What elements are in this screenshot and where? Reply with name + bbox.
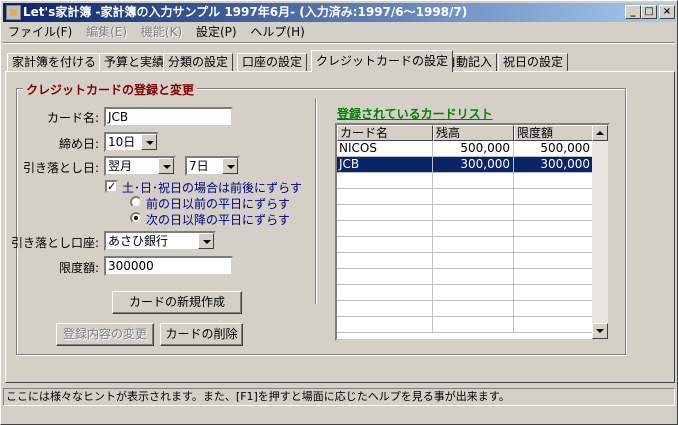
title-bar[interactable]: Let's家計簿 -家計簿の入力サンプル 1997年6月- (入力済み:1997…: [3, 3, 675, 22]
tab-holidays[interactable]: 祝日の設定: [498, 53, 569, 71]
closing-day-select[interactable]: 10日: [104, 132, 159, 152]
account-label: 引き落とし口座:: [10, 236, 99, 250]
card-name-input[interactable]: JCB: [104, 107, 233, 127]
menu-bar: ファイル(F) 編集(E) 機能(K) 設定(P) ヘルプ(H): [3, 23, 675, 41]
empty-row[interactable]: [337, 253, 594, 269]
scroll-up-icon[interactable]: [592, 125, 608, 141]
menu-separator: [3, 42, 675, 44]
tab-ledger[interactable]: 家計簿を付ける: [7, 53, 102, 71]
empty-row[interactable]: [337, 173, 594, 189]
withdraw-month-select[interactable]: 翌月: [104, 156, 176, 176]
app-window: Let's家計簿 -家計簿の入力サンプル 1997年6月- (入力済み:1997…: [0, 0, 678, 425]
account-value: あさひ銀行: [108, 234, 169, 248]
empty-row[interactable]: [337, 301, 594, 317]
shift-before-label: 前の日以前の平日にずらす: [146, 197, 290, 211]
scroll-down-icon[interactable]: [592, 323, 608, 339]
grid-header: カード名 残高 限度額: [337, 125, 594, 141]
withdraw-day-value: 7日: [189, 159, 209, 173]
shift-weekend-checkbox[interactable]: ✓: [105, 180, 118, 193]
status-bar: ここには様々なヒントが表示されます。また、[F1]を押すと場面に応じたヘルプを見…: [3, 388, 675, 406]
limit-label: 限度額:: [58, 261, 99, 275]
delete-card-button[interactable]: カードの削除: [160, 323, 243, 346]
closing-day-label: 締め日:: [58, 137, 99, 151]
group-title: クレジットカードの登録と変更: [23, 81, 198, 98]
empty-row[interactable]: [337, 285, 594, 301]
shift-weekend-label: 土･日･祝日の場合は前後にずらす: [122, 181, 302, 195]
shift-before-radio[interactable]: [130, 196, 142, 208]
vertical-divider: [315, 99, 317, 304]
menu-edit[interactable]: 編集(E): [81, 23, 132, 41]
list-scrollbar[interactable]: [592, 125, 608, 339]
account-select[interactable]: あさひ銀行: [104, 231, 216, 251]
chevron-down-icon[interactable]: [198, 233, 214, 249]
update-card-button[interactable]: 登録内容の変更: [56, 323, 154, 346]
cell-name: NICOS: [337, 141, 433, 157]
card-name-label: カード名:: [46, 111, 99, 125]
window-title: Let's家計簿 -家計簿の入力サンプル 1997年6月- (入力済み:1997…: [23, 5, 468, 19]
cell-name: JCB: [337, 157, 433, 173]
empty-row[interactable]: [337, 189, 594, 205]
withdraw-day-label: 引き落とし日:: [22, 161, 99, 175]
tab-categories[interactable]: 分類の設定: [163, 53, 234, 71]
tab-accounts[interactable]: 口座の設定: [237, 53, 308, 71]
limit-input[interactable]: 300000: [104, 256, 233, 276]
close-button[interactable]: ×: [659, 5, 675, 19]
card-list-title: 登録されているカードリスト: [337, 107, 493, 121]
column-header-limit[interactable]: 限度額: [514, 125, 594, 141]
empty-row[interactable]: [337, 237, 594, 253]
tab-budget[interactable]: 予算と実績: [99, 53, 170, 71]
menu-settings[interactable]: 設定(P): [191, 23, 242, 41]
shift-after-label: 次の日以降の平日にずらす: [146, 213, 290, 227]
new-card-button[interactable]: カードの新規作成: [112, 291, 242, 314]
cell-limit: 500,000: [514, 141, 594, 157]
withdraw-day-select[interactable]: 7日: [185, 156, 240, 176]
closing-day-value: 10日: [108, 135, 136, 149]
table-row[interactable]: NICOS 500,000 500,000: [337, 141, 594, 157]
cell-balance: 500,000: [433, 141, 514, 157]
cell-balance: 300,000: [433, 157, 514, 173]
tab-credit-cards[interactable]: クレジットカードの設定: [311, 50, 454, 72]
empty-row[interactable]: [337, 317, 594, 333]
empty-row[interactable]: [337, 205, 594, 221]
menu-function[interactable]: 機能(K): [136, 23, 187, 41]
shift-after-radio[interactable]: [130, 212, 142, 224]
withdraw-month-value: 翌月: [108, 159, 133, 173]
chevron-down-icon[interactable]: [158, 158, 174, 174]
column-header-balance[interactable]: 残高: [433, 125, 514, 141]
menu-file[interactable]: ファイル(F): [3, 23, 77, 41]
cell-limit: 300,000: [514, 157, 594, 173]
minimize-button[interactable]: _: [625, 5, 641, 19]
empty-row[interactable]: [337, 221, 594, 237]
menu-help[interactable]: ヘルプ(H): [245, 23, 309, 41]
maximize-button[interactable]: □: [641, 5, 657, 19]
column-header-name[interactable]: カード名: [337, 125, 433, 141]
table-row-selected[interactable]: JCB 300,000 300,000: [337, 157, 594, 173]
card-list-grid[interactable]: カード名 残高 限度額 NICOS 500,000 500,000 JCB 30…: [335, 123, 610, 341]
app-icon[interactable]: [6, 5, 21, 20]
empty-row[interactable]: [337, 269, 594, 285]
chevron-down-icon[interactable]: [222, 158, 238, 174]
chevron-down-icon[interactable]: [141, 134, 157, 150]
